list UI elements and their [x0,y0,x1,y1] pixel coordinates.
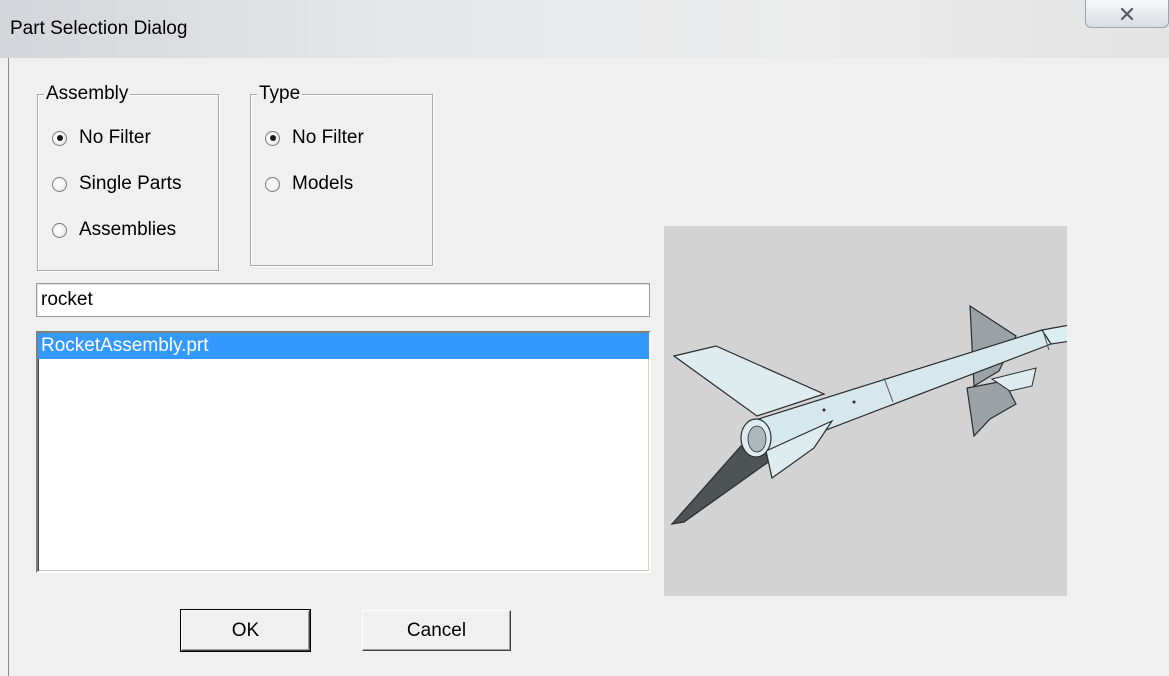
ok-button[interactable]: OK [180,609,311,652]
radio-button[interactable] [52,222,67,238]
radio-button-checked[interactable] [265,130,280,146]
assembly-group-label: Assembly [44,83,131,105]
radio-button-checked[interactable] [52,130,67,146]
close-button[interactable] [1085,0,1169,28]
part-preview-panel [664,226,1145,596]
part-search-input[interactable] [36,283,650,317]
radio-button[interactable] [265,176,280,192]
window-title: Part Selection Dialog [10,18,188,39]
radio-button[interactable] [52,176,67,192]
radio-assembly-single-parts[interactable]: Single Parts [52,173,181,195]
title-bar: Part Selection Dialog [0,0,1169,58]
radio-label: Models [292,173,354,194]
type-group-label: Type [257,83,303,105]
rocket-model-icon [670,304,1145,525]
radio-label: Assemblies [79,219,177,240]
dialog-client-area: Assembly No Filter Single Parts Assembli… [8,58,1169,676]
radio-type-no-filter[interactable]: No Filter [265,127,364,149]
cancel-button[interactable]: Cancel [362,610,511,651]
radio-label: Single Parts [79,173,182,194]
radio-label: No Filter [292,127,364,148]
close-icon [1120,7,1134,20]
radio-assembly-assemblies[interactable]: Assemblies [52,219,176,241]
radio-assembly-no-filter[interactable]: No Filter [52,127,151,149]
list-item-selected[interactable]: RocketAssembly.prt [38,333,649,359]
type-filter-group: Type No Filter Models [250,83,433,266]
radio-type-models[interactable]: Models [265,173,353,195]
parts-list[interactable]: RocketAssembly.prt [36,331,651,573]
radio-label: No Filter [79,127,151,148]
assembly-filter-group: Assembly No Filter Single Parts Assembli… [37,83,219,271]
